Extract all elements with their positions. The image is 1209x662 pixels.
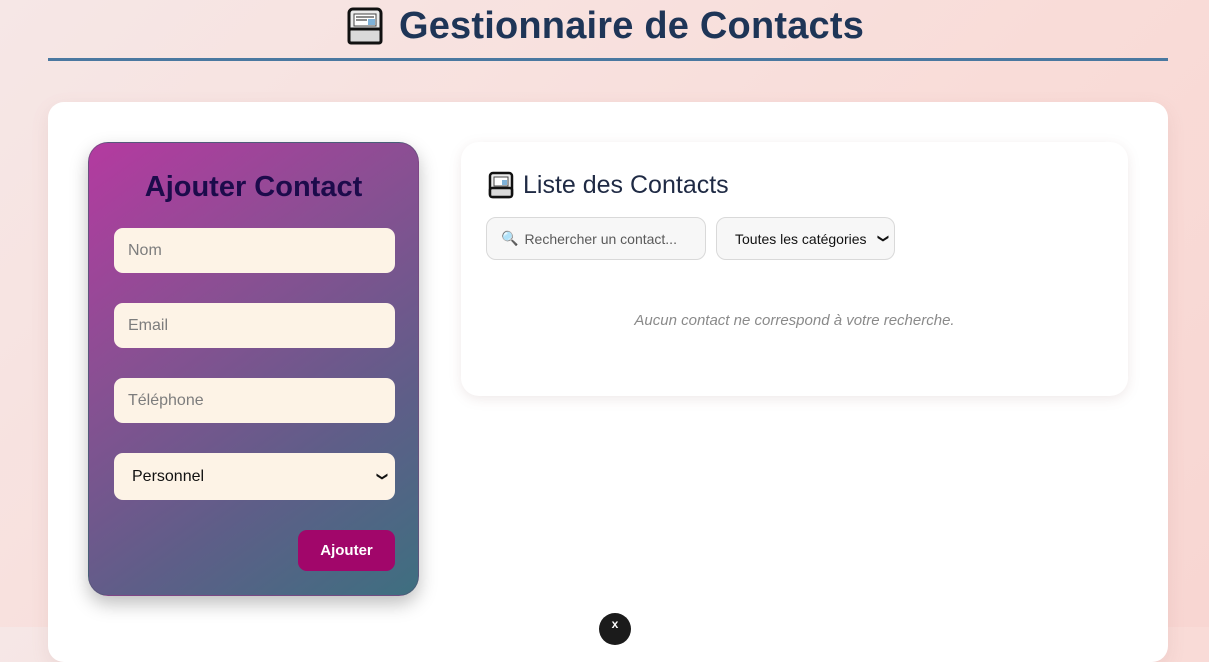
newspaper-icon: [347, 7, 383, 45]
form-title: Ajouter Contact: [144, 171, 363, 203]
newspaper-icon: [488, 171, 514, 199]
list-title: Liste des Contacts: [487, 170, 729, 200]
category-select-value: Personnel: [132, 467, 205, 485]
category-filter-select[interactable]: Toutes les catégories ❯: [716, 217, 895, 260]
chevron-down-icon: ❯: [375, 471, 388, 482]
empty-state-message: Aucun contact ne correspond à votre rech…: [634, 312, 955, 329]
add-button[interactable]: Ajouter: [298, 530, 395, 571]
category-select[interactable]: Personnel ❯: [114, 453, 395, 500]
title-divider: [48, 58, 1168, 61]
category-filter-value: Toutes les catégories: [735, 230, 867, 247]
search-icon: 🔍: [501, 230, 519, 246]
add-contact-form: Ajouter Contact Personnel ❯ Ajouter: [88, 142, 419, 596]
name-input[interactable]: [114, 228, 395, 273]
email-input[interactable]: [114, 303, 395, 348]
search-input[interactable]: 🔍 Rechercher un contact...: [486, 217, 706, 260]
contact-list-panel: Liste des Contacts 🔍 Rechercher un conta…: [461, 142, 1128, 396]
page-title: Gestionnaire de Contacts: [0, 2, 1209, 50]
search-placeholder: Rechercher un contact...: [524, 230, 677, 247]
floating-close-icon[interactable]: x: [599, 613, 631, 645]
chevron-down-icon: ❯: [876, 233, 889, 244]
page-title-text: Gestionnaire de Contacts: [398, 4, 865, 47]
list-title-text: Liste des Contacts: [523, 170, 729, 199]
phone-input[interactable]: [114, 378, 395, 423]
